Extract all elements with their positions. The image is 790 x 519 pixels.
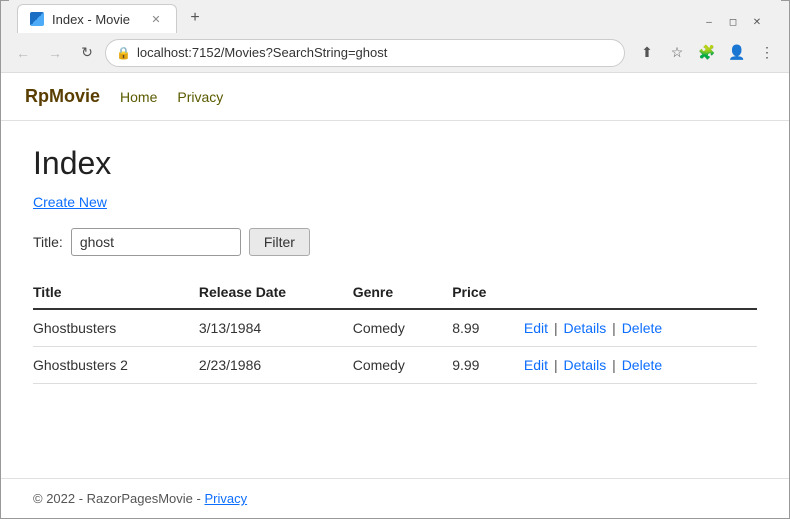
- col-release-date: Release Date: [199, 276, 353, 309]
- tab-close-button[interactable]: ✕: [148, 11, 164, 27]
- window-maximize-button[interactable]: ◻: [725, 14, 741, 30]
- footer-copyright: © 2022 - RazorPagesMovie -: [33, 491, 201, 506]
- edit-link[interactable]: Edit: [524, 357, 548, 373]
- forward-button[interactable]: →: [41, 39, 69, 67]
- sep1: |: [554, 320, 562, 336]
- window-close-button[interactable]: ✕: [749, 14, 765, 30]
- site-brand[interactable]: RpMovie: [25, 86, 100, 107]
- window-minimize-button[interactable]: ‒: [701, 14, 717, 30]
- page-area: RpMovie Home Privacy Index Create New Ti…: [1, 73, 789, 518]
- main-content: Index Create New Title: Filter Title Rel…: [1, 121, 789, 478]
- cell-release-date: 2/23/1986: [199, 347, 353, 384]
- col-price: Price: [452, 276, 524, 309]
- cell-genre: Comedy: [353, 309, 452, 347]
- extension-icon[interactable]: 🧩: [693, 39, 721, 67]
- sep2: |: [612, 320, 620, 336]
- create-new-link[interactable]: Create New: [33, 194, 107, 210]
- delete-link[interactable]: Delete: [622, 320, 662, 336]
- address-bar-input[interactable]: 🔒 localhost:7152/Movies?SearchString=gho…: [105, 39, 625, 67]
- cell-price: 8.99: [452, 309, 524, 347]
- back-button[interactable]: ←: [9, 39, 37, 67]
- filter-form: Title: Filter: [33, 228, 757, 256]
- lock-icon: 🔒: [116, 46, 131, 60]
- cell-release-date: 3/13/1984: [199, 309, 353, 347]
- browser-window: Index - Movie ✕ + ‒ ◻ ✕ ← → ↻ 🔒 localhos…: [0, 0, 790, 519]
- tab-bar: Index - Movie ✕ + ‒ ◻ ✕: [9, 0, 781, 34]
- edit-link[interactable]: Edit: [524, 320, 548, 336]
- tab-title: Index - Movie: [52, 12, 130, 27]
- new-tab-button[interactable]: +: [181, 4, 209, 32]
- filter-button[interactable]: Filter: [249, 228, 310, 256]
- refresh-button[interactable]: ↻: [73, 39, 101, 67]
- filter-title-label: Title:: [33, 234, 63, 250]
- share-icon[interactable]: ⬆: [633, 39, 661, 67]
- cell-genre: Comedy: [353, 347, 452, 384]
- col-actions: [524, 276, 757, 309]
- cell-price: 9.99: [452, 347, 524, 384]
- sep2: |: [612, 357, 620, 373]
- cell-actions: Edit | Details | Delete: [524, 347, 757, 384]
- nav-home[interactable]: Home: [120, 89, 157, 105]
- profile-icon[interactable]: 👤: [723, 39, 751, 67]
- sep1: |: [554, 357, 562, 373]
- address-text: localhost:7152/Movies?SearchString=ghost: [137, 45, 614, 60]
- cell-title: Ghostbusters 2: [33, 347, 199, 384]
- delete-link[interactable]: Delete: [622, 357, 662, 373]
- nav-privacy[interactable]: Privacy: [177, 89, 223, 105]
- active-tab[interactable]: Index - Movie ✕: [17, 4, 177, 34]
- table-row: Ghostbusters 3/13/1984 Comedy 8.99 Edit …: [33, 309, 757, 347]
- bookmark-icon[interactable]: ☆: [663, 39, 691, 67]
- col-title: Title: [33, 276, 199, 309]
- address-bar: ← → ↻ 🔒 localhost:7152/Movies?SearchStri…: [1, 33, 789, 73]
- cell-actions: Edit | Details | Delete: [524, 309, 757, 347]
- details-link[interactable]: Details: [563, 320, 606, 336]
- tab-favicon: [30, 12, 44, 26]
- title-bar: Index - Movie ✕ + ‒ ◻ ✕: [1, 1, 789, 33]
- col-genre: Genre: [353, 276, 452, 309]
- details-link[interactable]: Details: [563, 357, 606, 373]
- browser-toolbar-icons: ⬆ ☆ 🧩 👤 ⋮: [633, 39, 781, 67]
- cell-title: Ghostbusters: [33, 309, 199, 347]
- table-row: Ghostbusters 2 2/23/1986 Comedy 9.99 Edi…: [33, 347, 757, 384]
- footer-privacy-link[interactable]: Privacy: [204, 491, 247, 506]
- filter-input[interactable]: [71, 228, 241, 256]
- movies-table: Title Release Date Genre Price Ghostbust…: [33, 276, 757, 384]
- page-title: Index: [33, 145, 757, 182]
- site-nav: RpMovie Home Privacy: [1, 73, 789, 121]
- site-footer: © 2022 - RazorPagesMovie - Privacy: [1, 478, 789, 518]
- menu-icon[interactable]: ⋮: [753, 39, 781, 67]
